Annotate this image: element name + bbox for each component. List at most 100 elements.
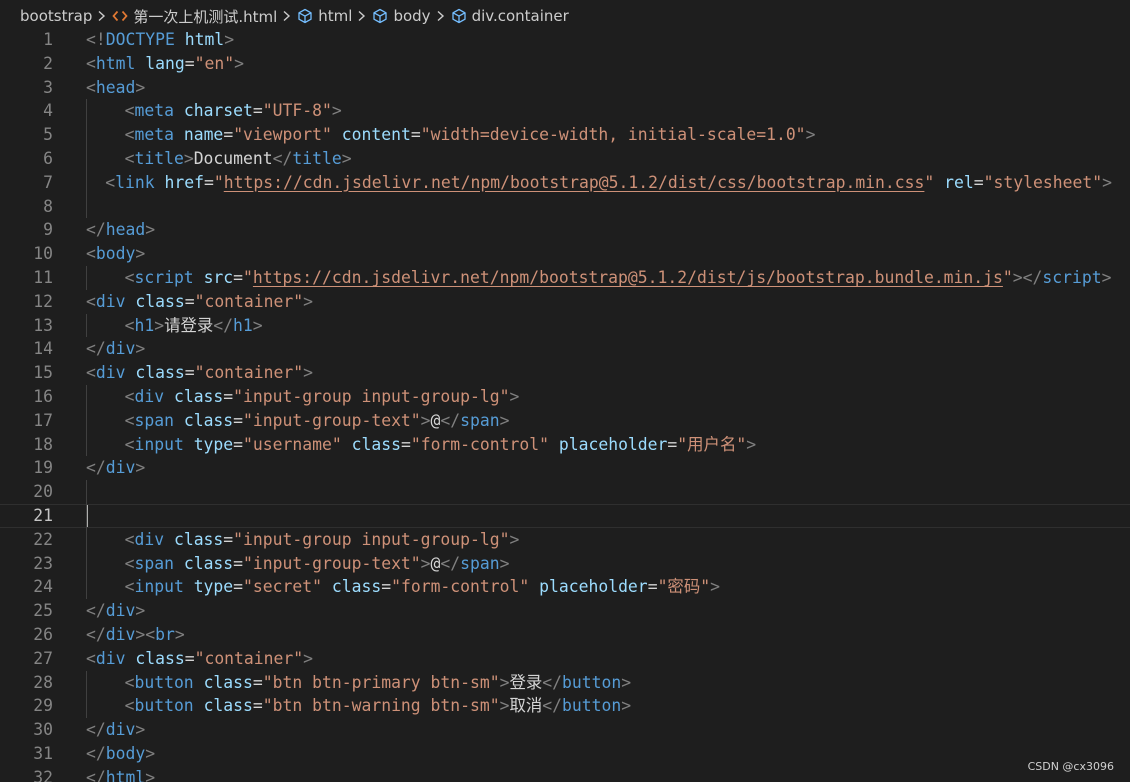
code-token: = [252, 101, 263, 121]
code-line[interactable]: 17 <span class="input-group-text">@</span… [0, 409, 1130, 433]
code-token: content [341, 125, 411, 145]
code-line[interactable]: 21 [0, 504, 1130, 528]
code-token: placeholder [558, 434, 668, 454]
code-token: "form-control" [391, 577, 530, 597]
editor-text-area[interactable]: 1 <!DOCTYPE html> 2 <html lang="en"> 3 <head>… [0, 28, 1130, 782]
line-content: <meta name="viewport" content="width=dev… [125, 123, 816, 147]
code-token: = [233, 268, 244, 287]
code-line[interactable]: 10 <body> [0, 242, 1130, 266]
line-content: <meta charset="UTF-8"> [125, 99, 342, 123]
code-token: > [499, 696, 510, 716]
code-token: > [145, 767, 156, 782]
breadcrumb-item[interactable]: bootstrap [20, 7, 92, 25]
code-token: > [135, 458, 146, 478]
code-token: > [252, 315, 263, 335]
code-token: span [134, 553, 174, 573]
code-line[interactable]: 16 <div class="input-group input-group-lg… [0, 385, 1130, 409]
code-line[interactable]: 1 <!DOCTYPE html> [0, 28, 1130, 52]
code-token: </ [542, 696, 563, 716]
code-token: > [135, 601, 146, 621]
code-token: class [351, 434, 401, 454]
code-token: class [135, 291, 185, 311]
code-token: lang [145, 53, 185, 73]
line-number: 31 [33, 744, 53, 763]
code-token: head [95, 77, 136, 97]
code-token: class [135, 648, 185, 668]
code-token: src [203, 268, 234, 287]
code-line[interactable]: 24 <input type="secret" class="form-contr… [0, 575, 1130, 599]
code-token: < [124, 101, 135, 121]
line-content: <span class="input-group-text">@</span> [125, 552, 510, 576]
code-line[interactable]: 19 </div> [0, 456, 1130, 480]
code-line[interactable]: 31 </body> [0, 742, 1130, 766]
line-content: <span class="input-group-text">@</span> [125, 409, 510, 433]
code-line[interactable]: 30 </div> [0, 718, 1130, 742]
code-token: " [924, 172, 935, 192]
code-token: class [183, 553, 234, 573]
code-token: ></ [1012, 268, 1043, 287]
line-number: 20 [33, 482, 53, 502]
breadcrumb-item-label: body [393, 7, 431, 25]
code-line[interactable]: 26 </div><br> [0, 623, 1130, 647]
indent-guide [86, 266, 87, 290]
code-token: = [223, 387, 234, 406]
element-cube-icon [451, 8, 467, 24]
code-line[interactable]: 32 </html> [0, 766, 1130, 782]
code-token: head [105, 220, 146, 240]
breadcrumb-item[interactable]: html [297, 7, 352, 25]
code-line[interactable]: 18 <input type="username" class="form-con… [0, 433, 1130, 457]
code-token: div [105, 625, 136, 644]
code-token: html [95, 53, 136, 73]
line-content: <head> [86, 76, 145, 100]
breadcrumb-item[interactable]: 第一次上机测试.html [112, 6, 277, 27]
code-line[interactable]: 7 <link href="https://cdn.jsdelivr.net/np… [0, 171, 1130, 195]
code-line[interactable]: 27 <div class="container"> [0, 647, 1130, 671]
code-line[interactable]: 15 <div class="container"> [0, 361, 1130, 385]
code-line[interactable]: 14 </div> [0, 337, 1130, 361]
code-line[interactable]: 28 <button class="btn btn-primary btn-sm"… [0, 671, 1130, 695]
code-token: < [86, 363, 96, 383]
code-line[interactable]: 4 <meta charset="UTF-8"> [0, 99, 1130, 123]
code-line[interactable]: 6 <title>Document</title> [0, 147, 1130, 171]
code-line[interactable]: 29 <button class="btn btn-warning btn-sm"… [0, 694, 1130, 718]
code-line[interactable]: 20 [0, 480, 1130, 504]
code-token: html [105, 767, 146, 782]
code-line[interactable]: 9 </head> [0, 218, 1130, 242]
breadcrumb-item-label: html [318, 7, 353, 25]
code-token: "btn btn-primary btn-sm" [262, 672, 500, 692]
code-token: div [105, 458, 136, 478]
code-token: = [184, 291, 195, 311]
code-token: > [710, 577, 720, 597]
code-token: > [1102, 172, 1112, 192]
line-number: 5 [43, 125, 53, 145]
line-number: 21 [33, 506, 53, 525]
code-token: DOCTYPE [105, 30, 175, 49]
code-token: = [223, 529, 234, 549]
code-line[interactable]: 22 <div class="input-group input-group-lg… [0, 528, 1130, 552]
code-token: input [134, 434, 184, 454]
code-line[interactable]: 2 <html lang="en"> [0, 52, 1130, 76]
indent-guide [86, 480, 87, 600]
code-line[interactable]: 3 <head> [0, 76, 1130, 100]
code-line[interactable]: 25 </div> [0, 599, 1130, 623]
code-line[interactable]: 11 <script src="https://cdn.jsdelivr.net/… [0, 266, 1130, 290]
breadcrumb-item[interactable]: body [372, 7, 431, 25]
code-line[interactable]: 5 <meta name="viewport" content="width=de… [0, 123, 1130, 147]
code-token: > [183, 149, 194, 168]
code-token: class [203, 672, 253, 692]
line-number: 23 [33, 553, 53, 573]
code-line[interactable]: 23 <span class="input-group-text">@</span… [0, 552, 1130, 576]
code-line[interactable]: 8 [0, 195, 1130, 219]
breadcrumb-item[interactable]: div.container [451, 7, 569, 25]
code-token: body [95, 244, 136, 264]
code-line[interactable]: 12 <div class="container"> [0, 290, 1130, 314]
code-line[interactable]: 13 <h1>请登录</h1> [0, 314, 1130, 338]
line-content: <link href="https://cdn.jsdelivr.net/npm… [105, 171, 1112, 195]
code-token: = [233, 577, 244, 597]
code-token: "stylesheet" [983, 172, 1103, 192]
